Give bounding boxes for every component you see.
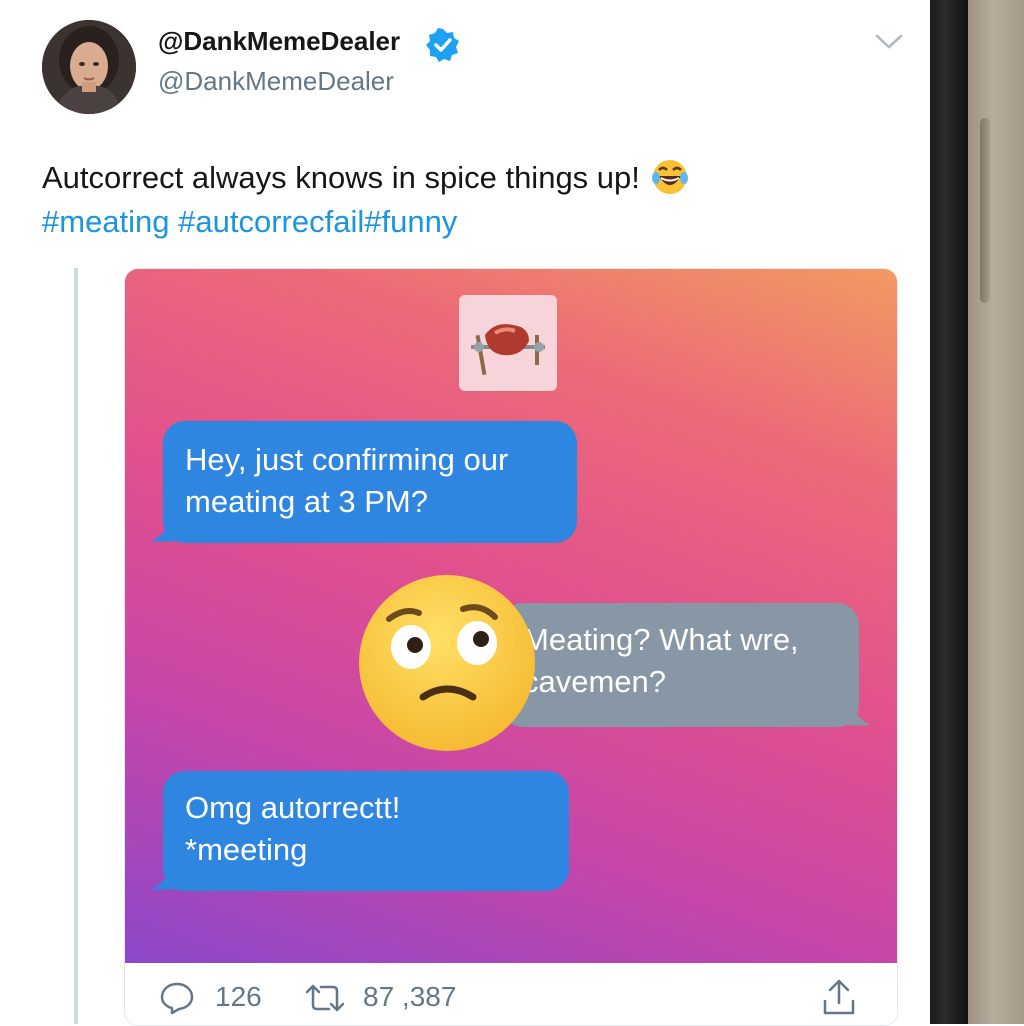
worried-face-icon — [359, 575, 535, 751]
message-bubble-sent: Hey, just confirming our meating at 3 PM… — [163, 421, 577, 543]
message-bubble-received: Meating? What wre, cavemen? — [501, 603, 859, 727]
phone-side-button — [980, 118, 990, 303]
message-line: Meating? What wre, — [523, 622, 799, 657]
meat-on-spit-icon — [459, 295, 557, 391]
chevron-down-icon[interactable] — [874, 32, 904, 52]
message-bubble-sent: Omg autorrectt! *meeting — [163, 771, 569, 891]
message-line: *meeting — [185, 832, 308, 867]
share-icon[interactable] — [821, 977, 857, 1017]
retweet-count: 87 ,387 — [363, 981, 457, 1012]
media-card[interactable]: Hey, just confirming our meating at 3 PM… — [124, 268, 898, 1026]
avatar[interactable] — [42, 20, 136, 114]
meme-image[interactable]: Hey, just confirming our meating at 3 PM… — [125, 269, 897, 963]
reply-icon[interactable] — [159, 981, 195, 1015]
phone-frame — [968, 0, 1024, 1024]
tweet-text: Autcorrect always knows in spice things … — [42, 156, 690, 196]
thread-line — [74, 268, 78, 1024]
hashtag-links[interactable]: #meating #autcorrecfail#funny — [42, 204, 457, 240]
tweet-text-content: Autcorrect always knows in spice things … — [42, 160, 640, 195]
phone-bezel — [930, 0, 968, 1024]
message-line: Hey, just confirming our — [185, 442, 509, 477]
display-name[interactable]: @DankMemeDealer — [158, 26, 400, 57]
reply-count: 126 — [215, 981, 262, 1012]
face-with-tears-of-joy-icon — [651, 160, 688, 194]
tweet-action-bar: 126 87 ,387 — [125, 963, 897, 1025]
message-line: meating at 3 PM? — [185, 484, 428, 519]
user-handle[interactable]: @DankMemeDealer — [158, 66, 394, 97]
retweet-icon[interactable] — [303, 983, 347, 1013]
message-line: cavemen? — [523, 664, 667, 699]
verified-badge-icon — [426, 28, 459, 62]
message-line: Omg autorrectt! — [185, 790, 401, 825]
